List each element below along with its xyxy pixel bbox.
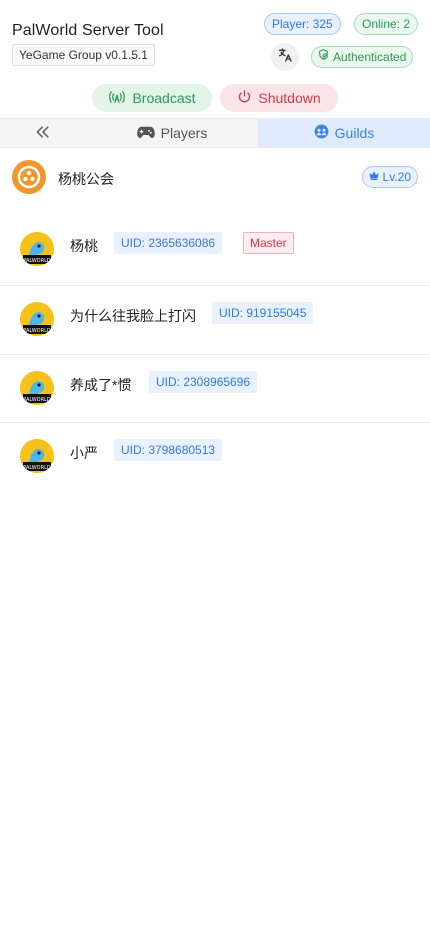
member-uid: UID: 919155045	[212, 302, 314, 324]
online-count-badge: Online: 2	[354, 13, 419, 35]
member-uid: UID: 2308965696	[149, 370, 258, 393]
guild-logo-icon	[12, 160, 46, 194]
member-name: 杨桃	[70, 238, 98, 254]
gamepad-icon	[136, 125, 155, 142]
auth-badge: Authenticated	[311, 46, 414, 68]
guild-icon	[314, 124, 329, 142]
app-title: PalWorld Server Tool	[12, 22, 164, 39]
member-name: 小严	[70, 445, 98, 461]
member-avatar: PALWORLD	[20, 370, 54, 405]
double-chevron-left-icon	[35, 125, 51, 142]
broadcast-icon	[108, 89, 126, 108]
member-avatar: PALWORLD	[20, 232, 54, 266]
power-icon	[237, 89, 252, 107]
tab-guilds[interactable]: Guilds	[258, 119, 430, 147]
broadcast-button[interactable]: Broadcast	[92, 84, 212, 112]
guild-member-list: PALWORLD 杨桃 UID: 2365636086 Master PALWO…	[0, 216, 430, 492]
avatar-logo-text: PALWORLD	[23, 465, 51, 471]
member-row[interactable]: PALWORLD 杨桃 UID: 2365636086 Master	[0, 216, 430, 286]
tab-players[interactable]: Players	[86, 119, 258, 147]
guild-header: 杨桃公会 Lv.20	[0, 148, 430, 204]
member-name: 为什么往我脸上打闪	[70, 308, 196, 324]
member-row[interactable]: PALWORLD 养成了*惯 UID: 2308965696	[0, 355, 430, 423]
main-tabs: Players Guilds	[0, 118, 430, 148]
crown-icon	[368, 167, 380, 187]
guild-level-label: Lv.20	[382, 170, 411, 184]
version-tag: YeGame Group v0.1.5.1	[12, 44, 155, 66]
player-count-badge: Player: 325	[264, 13, 341, 35]
avatar-logo-text: PALWORLD	[23, 258, 51, 264]
avatar-logo-text: PALWORLD	[23, 328, 51, 334]
shutdown-button[interactable]: Shutdown	[220, 84, 338, 112]
auth-badge-label: Authenticated	[333, 50, 407, 64]
guild-level-badge: Lv.20	[361, 166, 418, 188]
avatar-logo-text: PALWORLD	[23, 397, 51, 403]
action-bar: Broadcast Shutdown	[0, 80, 430, 118]
tab-guilds-label: Guilds	[334, 125, 375, 141]
member-row[interactable]: PALWORLD 为什么往我脸上打闪 UID: 919155045	[0, 286, 430, 355]
member-role-tag: Master	[243, 232, 294, 254]
language-button[interactable]	[271, 43, 299, 71]
back-tab[interactable]	[0, 119, 86, 147]
member-uid: UID: 3798680513	[114, 439, 223, 461]
member-uid: UID: 2365636086	[114, 232, 223, 254]
app-header: PalWorld Server Tool YeGame Group v0.1.5…	[0, 0, 430, 80]
tab-players-label: Players	[160, 125, 208, 141]
member-avatar: PALWORLD	[20, 302, 54, 336]
guild-name: 杨桃公会	[58, 171, 114, 187]
member-avatar: PALWORLD	[20, 439, 54, 473]
member-name: 养成了*惯	[70, 376, 132, 393]
translate-icon	[277, 47, 293, 68]
verified-shield-icon	[317, 47, 330, 67]
broadcast-label: Broadcast	[132, 90, 196, 106]
member-row[interactable]: PALWORLD 小严 UID: 3798680513	[0, 423, 430, 492]
shutdown-label: Shutdown	[258, 90, 321, 106]
